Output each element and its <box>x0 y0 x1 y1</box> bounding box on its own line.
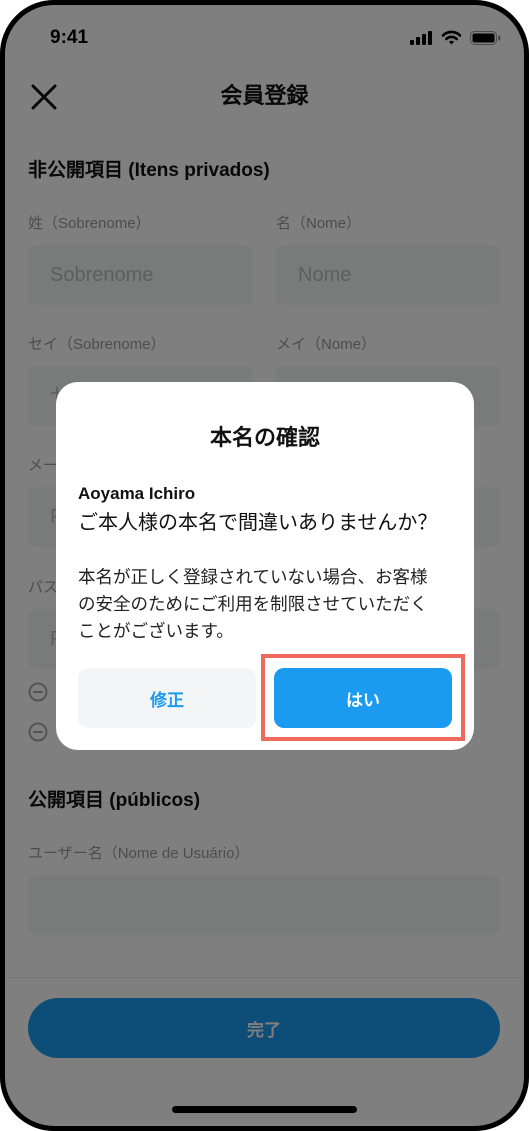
dialog-question: ご本人様の本名で間違いありませんか？ <box>78 512 438 534</box>
edit-button[interactable]: 修正 <box>78 668 256 728</box>
dialog-message: 本名が正しく登録されていない場合、お客様 の安全のためにご利用を制限させていただ… <box>78 564 428 645</box>
dialog-title: 本名の確認 <box>209 425 320 450</box>
dialog-message-line: ことがございます。 <box>78 621 234 641</box>
dialog-message-line: 本名が正しく登録されていない場合、お客様 <box>78 567 428 587</box>
dialog-user-name: Aoyama Ichiro <box>78 484 196 503</box>
dialog-message-line: の安全のためにご利用を制限させていただく <box>78 594 428 614</box>
highlight-box <box>261 654 465 741</box>
phone-screen: 9:41 会員登録 非公開項目 (Itens privados) 姓（So <box>0 0 529 1131</box>
